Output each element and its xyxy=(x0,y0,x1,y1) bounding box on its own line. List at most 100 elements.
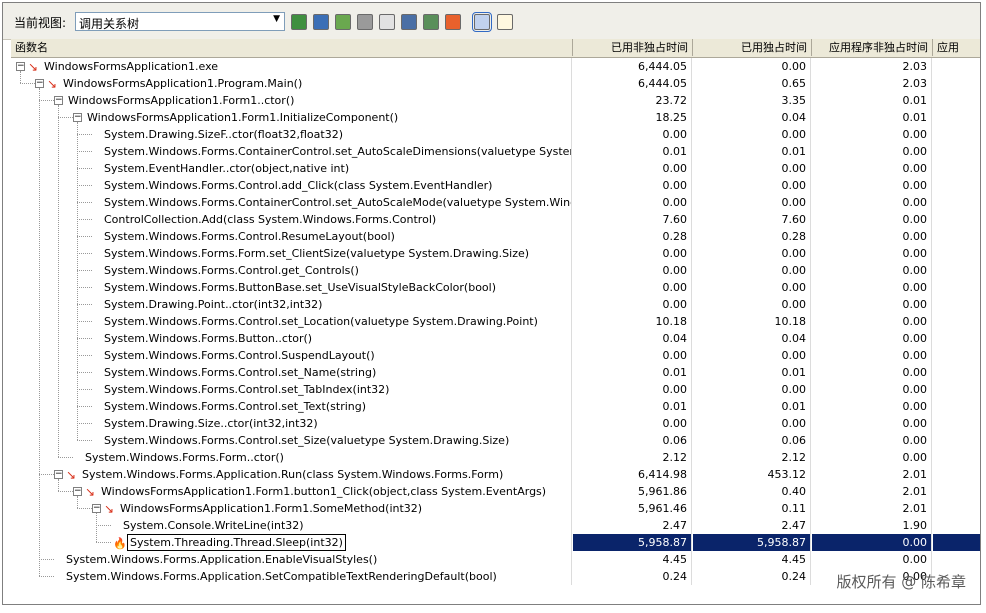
function-name-cell[interactable]: ControlCollection.Add(class System.Windo… xyxy=(11,211,572,228)
collapse-toggle-icon[interactable]: − xyxy=(54,96,63,105)
table-row[interactable]: System.Windows.Forms.Control.set_Text(st… xyxy=(11,398,980,415)
function-name: System.Windows.Forms.Control.set_TabInde… xyxy=(104,383,390,396)
collapse-toggle-icon[interactable]: − xyxy=(92,504,101,513)
notes-icon[interactable] xyxy=(497,14,513,30)
table-row[interactable]: − WindowsFormsApplication1.Form1.Initiali… xyxy=(11,109,980,126)
function-name-cell[interactable]: System.Windows.Forms.Control.SuspendLayo… xyxy=(11,347,572,364)
table-row[interactable]: System.Windows.Forms.Application.SetComp… xyxy=(11,568,980,585)
table-row[interactable]: System.Windows.Forms.Control.set_Name(st… xyxy=(11,364,980,381)
table-row[interactable]: ControlCollection.Add(class System.Windo… xyxy=(11,211,980,228)
app-more-cell xyxy=(933,143,980,160)
function-name-cell[interactable]: System.Windows.Forms.Button..ctor() xyxy=(11,330,572,347)
function-name-cell[interactable]: System.Windows.Forms.Control.set_Locatio… xyxy=(11,313,572,330)
tree-connector xyxy=(77,508,92,509)
table-row[interactable]: − ↘ WindowsFormsApplication1.Program.Main(… xyxy=(11,75,980,92)
app-inclusive-cell: 0.00 xyxy=(812,415,932,432)
tree-connector xyxy=(77,423,92,424)
table-row[interactable]: System.Drawing.SizeF..ctor(float32,float… xyxy=(11,126,980,143)
app-more-cell xyxy=(933,75,980,92)
col-app-inclusive[interactable]: 应用程序非独占时间 xyxy=(812,39,933,56)
collapse-toggle-icon[interactable]: − xyxy=(73,113,82,122)
function-name-cell[interactable]: System.Windows.Forms.Control.set_TabInde… xyxy=(11,381,572,398)
table-row[interactable]: System.Windows.Forms.Control.get_Control… xyxy=(11,262,980,279)
table-row[interactable]: System.Windows.Forms.Form.set_ClientSize… xyxy=(11,245,980,262)
collapse-toggle-icon[interactable]: − xyxy=(54,470,63,479)
find-icon[interactable] xyxy=(379,14,395,30)
stop-icon[interactable] xyxy=(357,14,373,30)
function-name-cell[interactable]: System.Drawing.Point..ctor(int32,int32) xyxy=(11,296,572,313)
table-row[interactable]: − WindowsFormsApplication1.Form1..ctor() 2… xyxy=(11,92,980,109)
function-name-cell[interactable]: System.Windows.Forms.Form.set_ClientSize… xyxy=(11,245,572,262)
tree-connector xyxy=(77,338,92,339)
function-name-cell[interactable]: System.Windows.Forms.ContainerControl.se… xyxy=(11,143,572,160)
collapse-toggle-icon[interactable]: − xyxy=(16,62,25,71)
table-row[interactable]: System.Drawing.Point..ctor(int32,int32) 0… xyxy=(11,296,980,313)
function-name-cell[interactable]: − ↘ WindowsFormsApplication1.Form1.button1… xyxy=(11,483,572,500)
table-row[interactable]: − ↘ WindowsFormsApplication1.Form1.button1… xyxy=(11,483,980,500)
table-row[interactable]: System.Windows.Forms.Control.set_Locatio… xyxy=(11,313,980,330)
tree-connector xyxy=(58,117,73,118)
tree-connector xyxy=(77,185,92,186)
function-name-cell[interactable]: − WindowsFormsApplication1.Form1..ctor() xyxy=(11,92,572,109)
function-name-cell[interactable]: − ↘ System.Windows.Forms.Application.Run(c… xyxy=(11,466,572,483)
function-name-cell[interactable]: System.Windows.Forms.Application.SetComp… xyxy=(11,568,572,585)
table-row[interactable]: System.Windows.Forms.Control.SuspendLayo… xyxy=(11,347,980,364)
export-icon[interactable] xyxy=(291,14,307,30)
tree-guide xyxy=(77,496,78,508)
table-row[interactable]: System.Windows.Forms.ContainerControl.se… xyxy=(11,194,980,211)
function-name-cell[interactable]: − ↘ WindowsFormsApplication1.Program.Main(… xyxy=(11,75,572,92)
copy-icon[interactable] xyxy=(313,14,329,30)
function-name-cell[interactable]: − ↘ WindowsFormsApplication1.exe xyxy=(11,58,572,75)
function-name-cell[interactable]: System.Windows.Forms.ButtonBase.set_UseV… xyxy=(11,279,572,296)
current-view-label: 当前视图: xyxy=(14,16,67,30)
function-name-cell[interactable]: System.Windows.Forms.Application.EnableV… xyxy=(11,551,572,568)
hotpath-icon[interactable] xyxy=(445,14,461,30)
flame-toggle-icon[interactable] xyxy=(472,12,492,32)
elapsed-inclusive-cell: 6,444.05 xyxy=(573,75,692,92)
table-row[interactable]: System.Windows.Forms.Application.EnableV… xyxy=(11,551,980,568)
table-row[interactable]: System.Windows.Forms.Control.ResumeLayou… xyxy=(11,228,980,245)
function-name-cell[interactable]: System.Windows.Forms.Control.set_Size(va… xyxy=(11,432,572,449)
current-view-select[interactable]: 调用关系树 ▼ xyxy=(75,12,285,31)
function-name-cell[interactable]: System.Windows.Forms.ContainerControl.se… xyxy=(11,194,572,211)
table-row[interactable]: 🔥 System.Threading.Thread.Sleep(int32) 5,9… xyxy=(11,534,980,551)
table-row[interactable]: System.Windows.Forms.ContainerControl.se… xyxy=(11,143,980,160)
function-name-cell[interactable]: System.Windows.Forms.Control.set_Text(st… xyxy=(11,398,572,415)
col-function-name[interactable]: 函数名 xyxy=(11,39,573,56)
table-row[interactable]: System.Windows.Forms.Form..ctor() 2.12 2.1… xyxy=(11,449,980,466)
function-name-cell[interactable]: System.EventHandler..ctor(object,native … xyxy=(11,160,572,177)
table-row[interactable]: System.Windows.Forms.Control.set_Size(va… xyxy=(11,432,980,449)
col-elapsed-exclusive[interactable]: 已用独占时间 xyxy=(693,39,812,56)
table-row[interactable]: System.EventHandler..ctor(object,native … xyxy=(11,160,980,177)
compare-icon[interactable] xyxy=(401,14,417,30)
collapse-toggle-icon[interactable]: − xyxy=(35,79,44,88)
function-name-cell[interactable]: System.Windows.Forms.Control.add_Click(c… xyxy=(11,177,572,194)
elapsed-inclusive-cell: 0.00 xyxy=(573,415,692,432)
collapse-toggle-icon[interactable]: − xyxy=(73,487,82,496)
app-inclusive-cell: 0.00 xyxy=(812,381,932,398)
function-name-cell[interactable]: System.Windows.Forms.Control.get_Control… xyxy=(11,262,572,279)
table-row[interactable]: System.Windows.Forms.ButtonBase.set_UseV… xyxy=(11,279,980,296)
function-name-cell[interactable]: System.Windows.Forms.Form..ctor() xyxy=(11,449,572,466)
table-row[interactable]: System.Windows.Forms.Button..ctor() 0.04 0… xyxy=(11,330,980,347)
function-name-cell[interactable]: System.Windows.Forms.Control.set_Name(st… xyxy=(11,364,572,381)
function-name-cell[interactable]: System.Drawing.Size..ctor(int32,int32) xyxy=(11,415,572,432)
chevron-down-icon[interactable]: ▼ xyxy=(273,14,280,24)
table-row[interactable]: − ↘ WindowsFormsApplication1.exe 6,444.05 0.… xyxy=(11,58,980,75)
col-elapsed-inclusive[interactable]: 已用非独占时间 xyxy=(573,39,693,56)
function-name-cell[interactable]: System.Drawing.SizeF..ctor(float32,float… xyxy=(11,126,572,143)
table-row[interactable]: System.Windows.Forms.Control.add_Click(c… xyxy=(11,177,980,194)
elapsed-inclusive-cell: 0.01 xyxy=(573,364,692,381)
col-app-more[interactable]: 应用 xyxy=(933,39,980,56)
run-icon[interactable] xyxy=(335,14,351,30)
function-name-cell[interactable]: System.Windows.Forms.Control.ResumeLayou… xyxy=(11,228,572,245)
open-icon[interactable] xyxy=(423,14,439,30)
table-row[interactable]: System.Drawing.Size..ctor(int32,int32) 0.… xyxy=(11,415,980,432)
table-row[interactable]: − ↘ WindowsFormsApplication1.Form1.SomeMet… xyxy=(11,500,980,517)
table-row[interactable]: System.Windows.Forms.Control.set_TabInde… xyxy=(11,381,980,398)
table-row[interactable]: System.Console.WriteLine(int32) 2.47 2.47 1… xyxy=(11,517,980,534)
function-name: System.Windows.Forms.ContainerControl.se… xyxy=(104,145,571,158)
table-row[interactable]: − ↘ System.Windows.Forms.Application.Run(c… xyxy=(11,466,980,483)
function-name: System.Windows.Forms.Application.EnableV… xyxy=(66,553,378,566)
function-name-cell[interactable]: − WindowsFormsApplication1.Form1.Initiali… xyxy=(11,109,572,126)
